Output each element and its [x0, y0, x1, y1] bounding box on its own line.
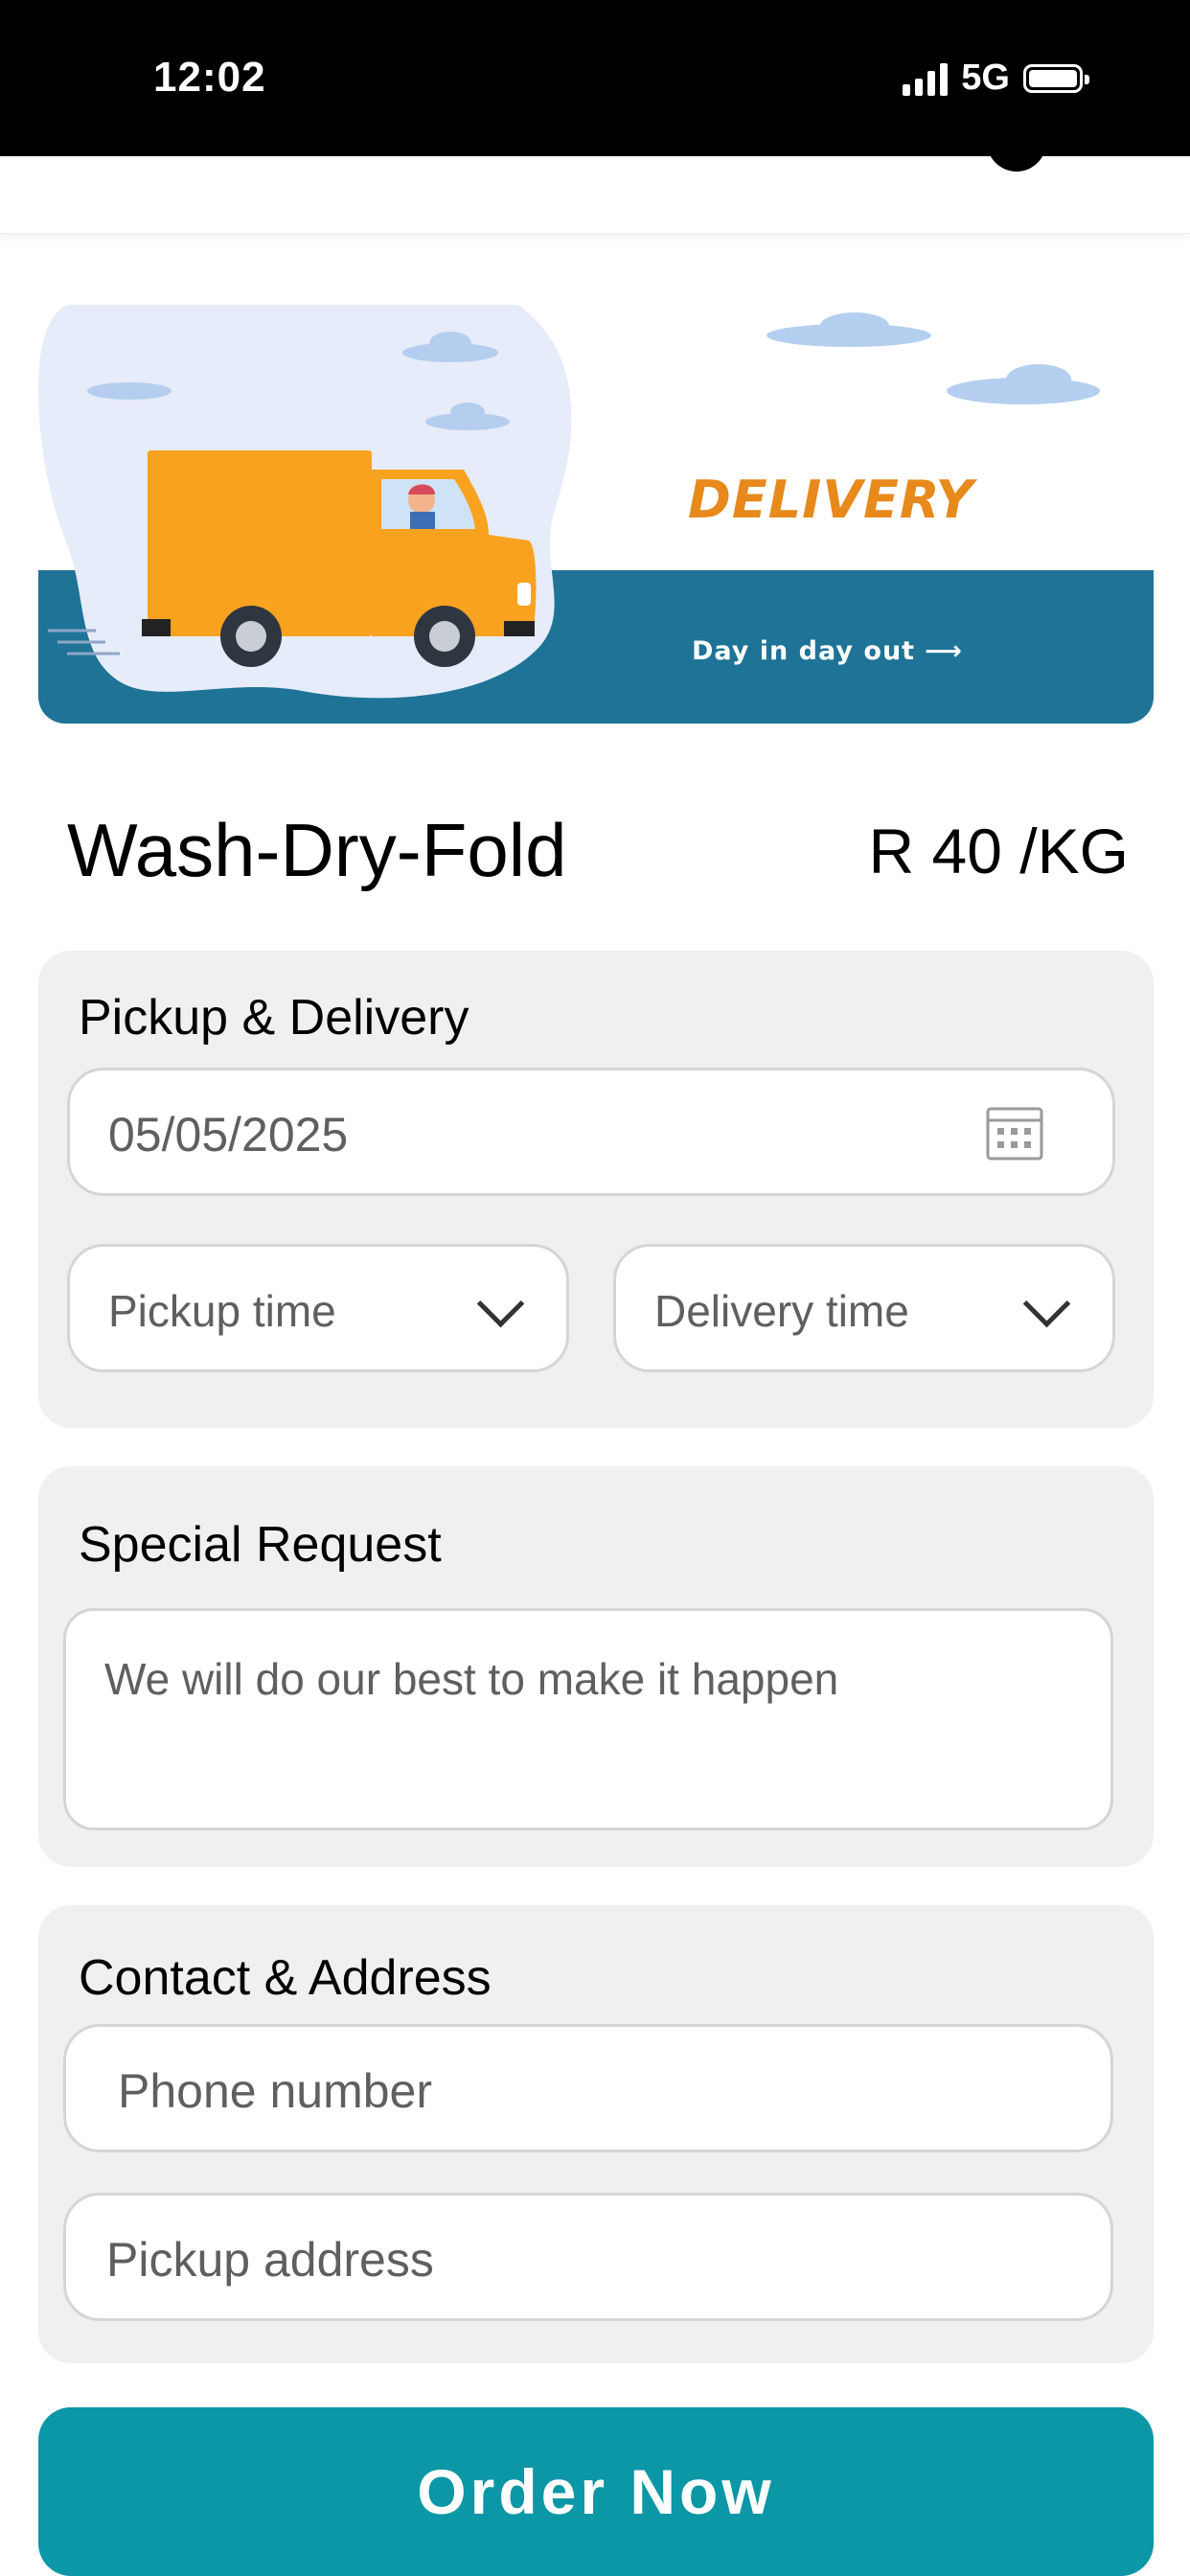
banner-title: DELIVERY	[688, 470, 974, 530]
special-request-placeholder: We will do our best to make it happen	[104, 1654, 839, 1704]
status-time: 12:02	[153, 54, 266, 101]
header-button-partial[interactable]	[987, 139, 1046, 172]
contact-address-card: Contact & Address Phone number Pickup ad…	[38, 1905, 1154, 2363]
calendar-icon[interactable]	[986, 1105, 1043, 1161]
status-indicators: 5G	[903, 58, 1089, 99]
pickup-delivery-title: Pickup & Delivery	[79, 990, 469, 1046]
app-header	[0, 139, 1190, 234]
chevron-down-icon	[1022, 1279, 1071, 1328]
delivery-banner: DELIVERY Day in day out ⟶	[38, 305, 1154, 724]
product-price: R 40 /KG	[868, 816, 1129, 886]
pickup-time-label: Pickup time	[108, 1286, 336, 1336]
address-input[interactable]: Pickup address	[63, 2193, 1113, 2321]
date-field[interactable]: 05/05/2025	[67, 1068, 1115, 1196]
pickup-delivery-card: Pickup & Delivery 05/05/2025 Pickup time…	[38, 951, 1154, 1428]
banner-tagline-text: Day in day out	[692, 636, 916, 666]
address-placeholder: Pickup address	[106, 2233, 434, 2287]
battery-icon	[1023, 63, 1089, 93]
arrow-right-icon: ⟶	[925, 636, 963, 666]
chevron-down-icon	[476, 1279, 525, 1328]
delivery-time-select[interactable]: Delivery time	[613, 1244, 1115, 1372]
clouds-right	[767, 312, 1100, 404]
product-name: Wash-Dry-Fold	[67, 808, 567, 892]
delivery-time-label: Delivery time	[654, 1286, 909, 1336]
phone-input[interactable]: Phone number	[63, 2024, 1113, 2152]
signal-icon	[903, 61, 949, 96]
pickup-time-select[interactable]: Pickup time	[67, 1244, 569, 1372]
date-value: 05/05/2025	[108, 1108, 349, 1162]
phone-placeholder: Phone number	[118, 2064, 433, 2118]
status-bar: 12:02 5G	[0, 0, 1190, 156]
order-now-button[interactable]: Order Now	[38, 2407, 1154, 2576]
delivery-illustration	[38, 305, 1154, 724]
special-request-card: Special Request We will do our best to m…	[38, 1466, 1154, 1867]
special-request-title: Special Request	[79, 1517, 442, 1573]
special-request-input[interactable]: We will do our best to make it happen	[63, 1608, 1113, 1830]
contact-address-title: Contact & Address	[79, 1950, 492, 2006]
network-label: 5G	[961, 58, 1010, 98]
banner-tagline: Day in day out ⟶	[692, 636, 963, 666]
